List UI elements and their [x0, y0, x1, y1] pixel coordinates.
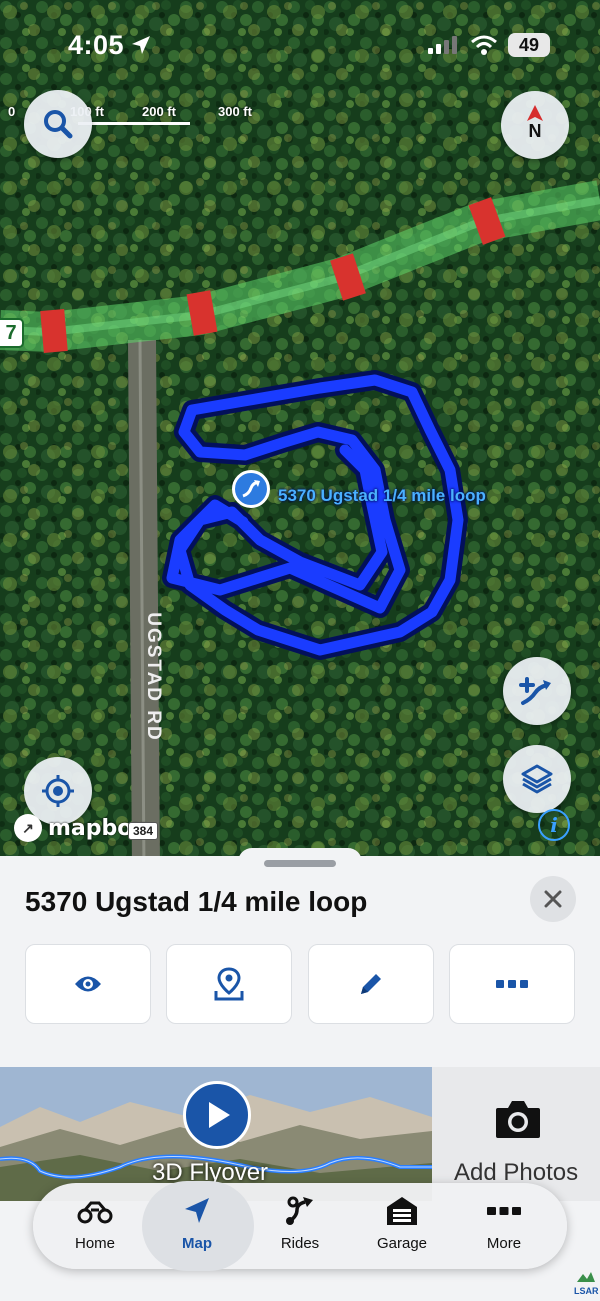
- tab-label: Map: [182, 1235, 212, 1252]
- battery-indicator: 49: [508, 33, 550, 57]
- road-name-label: UGSTAD RD: [143, 612, 164, 742]
- map-view[interactable]: 4:05 49 0 100 ft 200 ft 300 ft: [0, 0, 600, 870]
- tab-more[interactable]: More: [451, 1183, 557, 1269]
- compass-button[interactable]: N: [501, 91, 569, 159]
- more-icon: [484, 1193, 524, 1229]
- scale-label: 200 ft: [142, 104, 176, 119]
- tab-label: Home: [74, 1235, 115, 1252]
- mapbox-logo-icon: ↗: [14, 814, 42, 842]
- tab-label: Rides: [280, 1235, 320, 1252]
- tab-label: Garage: [376, 1235, 428, 1252]
- eye-icon: [75, 976, 101, 992]
- route-arrow-icon: [242, 480, 260, 498]
- play-icon: [209, 1102, 230, 1128]
- add-route-button[interactable]: [503, 657, 571, 725]
- crosshair-icon: [42, 775, 74, 807]
- tab-label: More: [486, 1235, 522, 1252]
- layers-icon: [521, 764, 553, 794]
- trail-number-sign: 7: [0, 318, 24, 348]
- garage-icon: [382, 1193, 422, 1229]
- scale-label: 0: [8, 104, 16, 119]
- more-icon: [496, 980, 528, 988]
- tab-map[interactable]: Map: [142, 1181, 254, 1271]
- scale-label: 300 ft: [218, 104, 252, 119]
- info-icon[interactable]: i: [538, 809, 570, 841]
- edit-route-button[interactable]: [308, 944, 434, 1024]
- status-time: 4:05: [68, 30, 125, 60]
- navigation-arrow-icon: [177, 1193, 217, 1229]
- add-route-icon: [519, 677, 551, 705]
- route-title: 5370 Ugstad 1/4 mile loop: [25, 886, 368, 917]
- route-actions: [25, 944, 575, 1024]
- route-start-marker[interactable]: [232, 470, 270, 508]
- corner-watermark-logo: LSAR: [574, 1270, 599, 1298]
- close-icon: [544, 890, 562, 908]
- view-route-button[interactable]: [25, 944, 151, 1024]
- route-icon: [280, 1193, 320, 1229]
- tab-home[interactable]: Home: [42, 1183, 148, 1269]
- bottom-tab-bar: Home Map Rides Garage More: [33, 1181, 567, 1271]
- location-arrow-icon: [132, 36, 150, 54]
- compass-north-label: N: [528, 121, 542, 141]
- more-actions-button[interactable]: [449, 944, 575, 1024]
- search-icon: [44, 110, 73, 139]
- tab-garage[interactable]: Garage: [349, 1183, 455, 1269]
- search-button[interactable]: [24, 90, 92, 158]
- road-number-badge: 384: [128, 822, 159, 840]
- cellular-signal-icon: [428, 36, 457, 54]
- tab-rides[interactable]: Rides: [247, 1183, 353, 1269]
- sheet-grabber[interactable]: [264, 860, 336, 867]
- corner-logo-text: LSAR: [574, 1286, 599, 1296]
- scale-bar: [78, 122, 190, 125]
- pencil-icon: [361, 974, 381, 994]
- status-bar: 4:05 49: [0, 0, 600, 90]
- atv-icon: [75, 1193, 115, 1229]
- navigate-to-start-button[interactable]: [166, 944, 292, 1024]
- map-pin-icon: [214, 967, 244, 1001]
- close-button[interactable]: [530, 876, 576, 922]
- mapbox-attribution[interactable]: ↗ mapbox: [14, 814, 147, 842]
- map-layers-button[interactable]: [503, 745, 571, 813]
- play-flyover-button[interactable]: [183, 1081, 251, 1149]
- route-map-label: 5370 Ugstad 1/4 mile loop: [278, 486, 486, 505]
- wifi-icon: [471, 35, 497, 55]
- camera-icon: [496, 1101, 540, 1138]
